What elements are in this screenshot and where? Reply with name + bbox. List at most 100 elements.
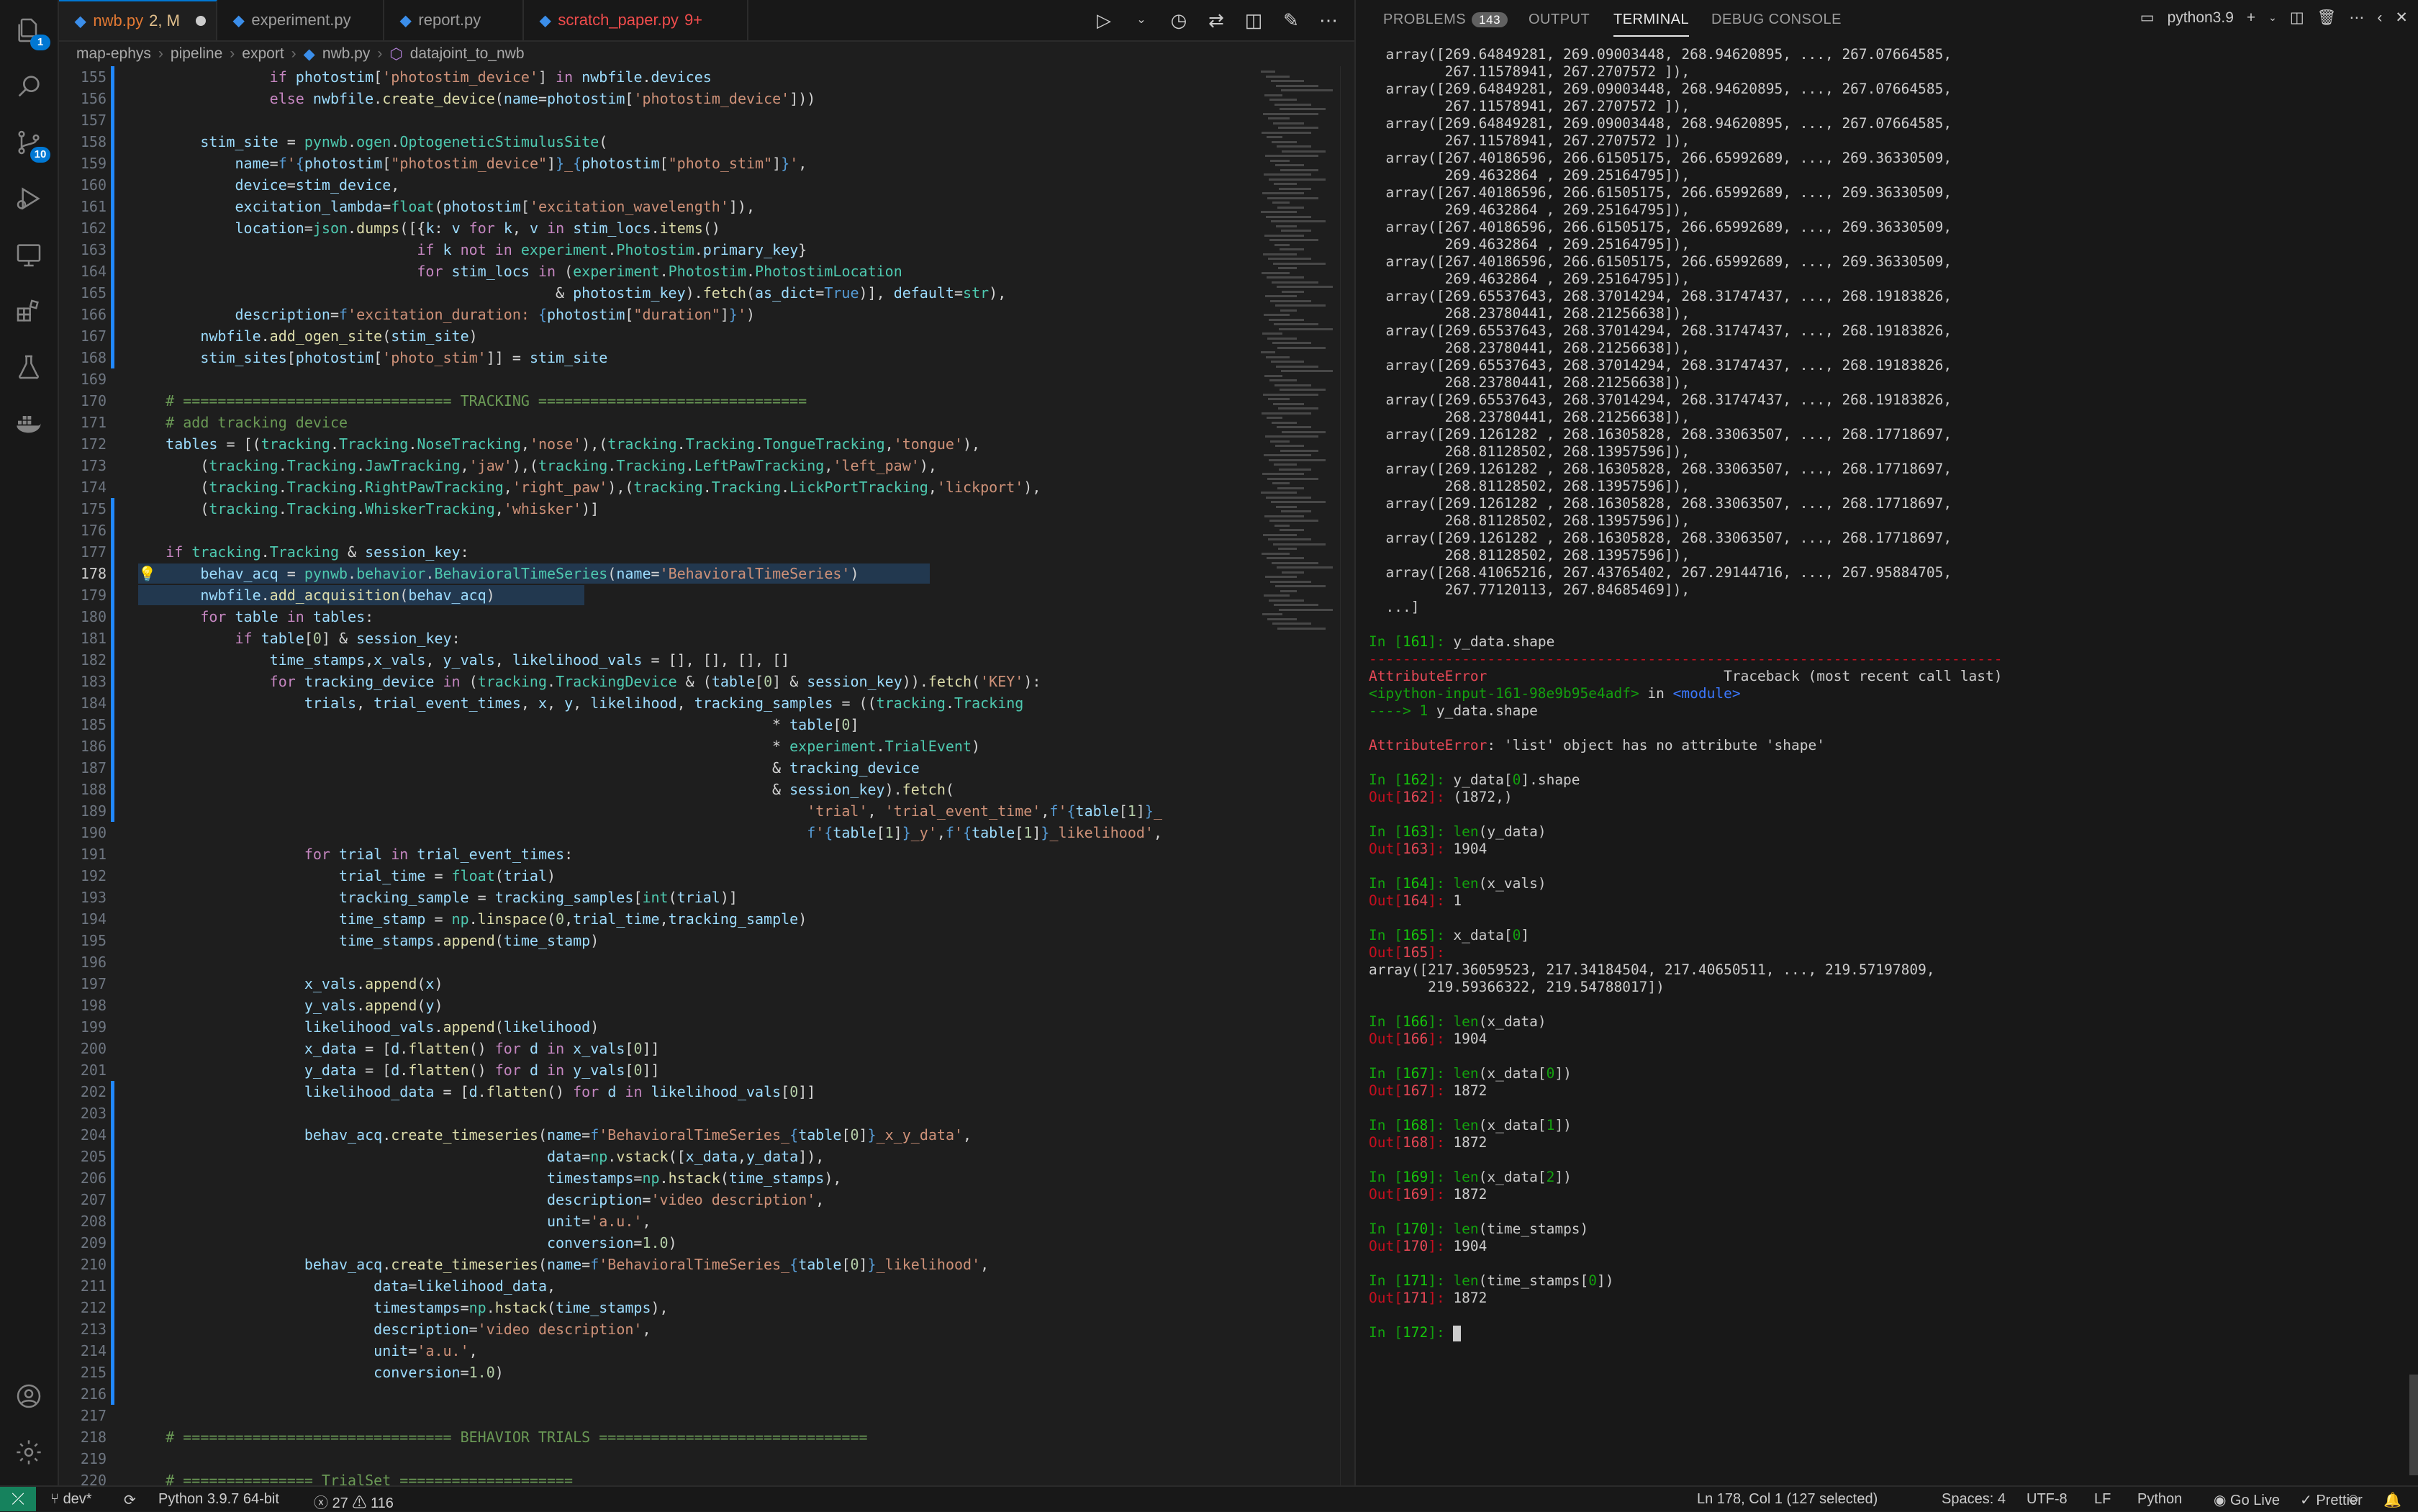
source-control-icon[interactable]: 10 <box>14 128 50 163</box>
code-line[interactable]: time_stamp = np.linspace(0,trial_time,tr… <box>131 908 807 930</box>
code-line[interactable]: else nwbfile.create_device(name=photosti… <box>131 88 816 109</box>
cursor-position[interactable]: Ln 178, Col 1 (127 selected) <box>1697 1491 1878 1508</box>
code-line[interactable]: # =============== TrialSet =============… <box>131 1470 573 1485</box>
code-line[interactable]: (tracking.Tracking.JawTracking,'jaw'),(t… <box>131 455 937 476</box>
code-line[interactable]: x_data = [d.flatten() for d in x_vals[0]… <box>131 1038 660 1059</box>
terminal-name[interactable]: python3.9 <box>2168 9 2234 27</box>
run-debug-icon[interactable] <box>14 184 43 213</box>
code-line[interactable]: excitation_lambda=float(photostim['excit… <box>131 196 756 217</box>
account-icon[interactable] <box>14 1382 43 1411</box>
code-line[interactable]: time_stamps,x_vals, y_vals, likelihood_v… <box>131 649 790 671</box>
breadcrumb-item[interactable]: map-ephys <box>76 45 151 63</box>
code-line[interactable]: if table[0] & session_key: <box>131 628 461 649</box>
code-line[interactable]: & tracking_device <box>131 757 920 779</box>
code-line[interactable]: * table[0] <box>131 714 859 735</box>
more-actions-icon[interactable]: ⋯ <box>1317 9 1340 32</box>
code-line[interactable]: behav_acq.create_timeseries(name=f'Behav… <box>131 1254 989 1275</box>
tab-terminal[interactable]: TERMINAL <box>1613 12 1690 37</box>
code-line[interactable]: description='video description', <box>131 1318 651 1340</box>
tab-experiment-py[interactable]: ◆ experiment.py <box>217 0 384 40</box>
breadcrumb-item[interactable]: export <box>242 45 284 63</box>
tab-report-py[interactable]: ◆ report.py <box>384 0 524 40</box>
tab-scratch-paper-py[interactable]: ◆ scratch_paper.py 9+ <box>524 0 748 40</box>
code-editor[interactable]: 155 if photostim['photostim_device'] in … <box>59 66 1254 1485</box>
breadcrumb-item[interactable]: datajoint_to_nwb <box>410 45 525 63</box>
minimap[interactable] <box>1254 66 1340 1485</box>
code-line[interactable]: nwbfile.add_ogen_site(stim_site) <box>131 325 477 347</box>
code-line[interactable]: trials, trial_event_times, x, y, likelih… <box>131 692 1024 714</box>
timeline-icon[interactable]: ◷ <box>1167 9 1190 32</box>
close-icon[interactable]: ✕ <box>2395 9 2408 27</box>
tab-debug-console[interactable]: DEBUG CONSOLE <box>1711 12 1842 28</box>
lightbulb-icon[interactable]: 💡 <box>138 563 156 584</box>
manage-gear-icon[interactable] <box>14 1438 43 1467</box>
code-line[interactable]: name=f'{photostim["photostim_device"]}_{… <box>131 153 807 174</box>
line-ending[interactable]: LF <box>2094 1491 2111 1508</box>
new-terminal-plus-icon[interactable]: + <box>2247 9 2255 27</box>
code-line[interactable]: description=f'excitation_duration: {phot… <box>131 304 756 325</box>
breadcrumb-item[interactable]: nwb.py <box>322 45 371 63</box>
code-line[interactable]: description='video description', <box>131 1189 824 1210</box>
terminal-output[interactable]: array([269.64849281, 269.09003448, 268.9… <box>1369 46 2405 1478</box>
terminal-scrollbar[interactable] <box>2409 1375 2418 1475</box>
feedback-icon[interactable]: ☺ <box>2346 1491 2360 1508</box>
indentation[interactable]: Spaces: 4 <box>1942 1491 2006 1508</box>
code-line[interactable]: conversion=1.0) <box>131 1232 677 1254</box>
code-line[interactable]: tracking_sample = tracking_samples[int(t… <box>131 887 738 908</box>
code-line[interactable]: behav_acq = pynwb.behavior.BehavioralTim… <box>131 563 859 584</box>
code-line[interactable]: likelihood_vals.append(likelihood) <box>131 1016 599 1038</box>
tab-nwb-py[interactable]: ◆ nwb.py 2, M <box>59 0 217 40</box>
split-editor-icon[interactable]: ◫ <box>1242 9 1265 32</box>
code-line[interactable]: time_stamps.append(time_stamp) <box>131 930 599 951</box>
code-line[interactable]: # add tracking device <box>131 412 348 433</box>
go-live[interactable]: ◉ Go Live <box>2214 1491 2280 1509</box>
open-changes-icon[interactable]: ✎ <box>1280 9 1303 32</box>
code-line[interactable]: device=stim_device, <box>131 174 400 196</box>
code-line[interactable]: unit='a.u.', <box>131 1210 651 1232</box>
explorer-icon[interactable]: 1 <box>14 16 50 50</box>
more-actions-icon[interactable]: ⋯ <box>2349 9 2364 27</box>
code-line[interactable]: # =============================== TRACKI… <box>131 390 807 412</box>
remote-indicator-icon[interactable]: ⤫ <box>0 1487 36 1511</box>
extensions-icon[interactable] <box>14 296 43 325</box>
gutter-change-marker[interactable] <box>111 1081 114 1405</box>
tab-problems[interactable]: PROBLEMS 143 <box>1383 12 1508 28</box>
code-line[interactable]: data=np.vstack([x_data,y_data]), <box>131 1146 824 1167</box>
code-line[interactable]: & photostim_key).fetch(as_dict=True)], d… <box>131 282 1006 304</box>
compare-changes-icon[interactable]: ⇄ <box>1205 9 1228 32</box>
trash-icon[interactable]: 🗑 <box>2317 9 2337 27</box>
language-mode[interactable]: Python <box>2137 1491 2182 1508</box>
code-line[interactable]: & session_key).fetch( <box>131 779 954 800</box>
python-interpreter[interactable]: Python 3.9.7 64-bit <box>158 1491 279 1508</box>
code-line[interactable]: unit='a.u.', <box>131 1340 478 1362</box>
code-line[interactable]: f'{table[1]}_y',f'{table[1]}_likelihood'… <box>131 822 1162 843</box>
code-line[interactable]: behav_acq.create_timeseries(name=f'Behav… <box>131 1124 972 1146</box>
chevron-down-icon[interactable]: ⌄ <box>1130 9 1153 32</box>
gutter-change-marker[interactable] <box>111 66 114 368</box>
problems-summary[interactable]: ⓧ 27 ⚠ 116 <box>314 1491 394 1512</box>
code-line[interactable]: x_vals.append(x) <box>131 973 443 995</box>
remote-explorer-icon[interactable] <box>14 240 43 269</box>
code-line[interactable]: conversion=1.0) <box>131 1362 504 1383</box>
code-line[interactable]: location=json.dumps([{k: v for k, v in s… <box>131 217 720 239</box>
editor-scrollbar[interactable] <box>1340 66 1355 1485</box>
code-line[interactable]: nwbfile.add_acquisition(behav_acq) <box>131 584 494 606</box>
code-line[interactable]: * experiment.TrialEvent) <box>131 735 980 757</box>
testing-icon[interactable] <box>14 353 43 381</box>
code-line[interactable]: likelihood_data = [d.flatten() for d in … <box>131 1081 816 1103</box>
code-line[interactable]: stim_sites[photostim['photo_stim']] = st… <box>131 347 607 368</box>
code-line[interactable]: for trial in trial_event_times: <box>131 843 573 865</box>
notifications-bell-icon[interactable]: 🔔 <box>2383 1491 2401 1509</box>
code-line[interactable]: timestamps=np.hstack(time_stamps), <box>131 1297 668 1318</box>
chevron-down-icon[interactable]: ⌄ <box>2268 12 2277 24</box>
code-line[interactable]: (tracking.Tracking.RightPawTracking,'rig… <box>131 476 1041 498</box>
docker-icon[interactable] <box>14 409 43 438</box>
sync-icon[interactable]: ⟳ <box>124 1491 136 1509</box>
unsaved-dot-icon[interactable] <box>195 16 206 26</box>
code-line[interactable]: if tracking.Tracking & session_key: <box>131 541 468 563</box>
code-line[interactable]: for table in tables: <box>131 606 373 628</box>
code-line[interactable]: trial_time = float(trial) <box>131 865 556 887</box>
code-line[interactable]: timestamps=np.hstack(time_stamps), <box>131 1167 841 1189</box>
code-line[interactable]: 'trial', 'trial_event_time',f'{table[1]}… <box>131 800 1162 822</box>
breadcrumb-item[interactable]: pipeline <box>171 45 222 63</box>
